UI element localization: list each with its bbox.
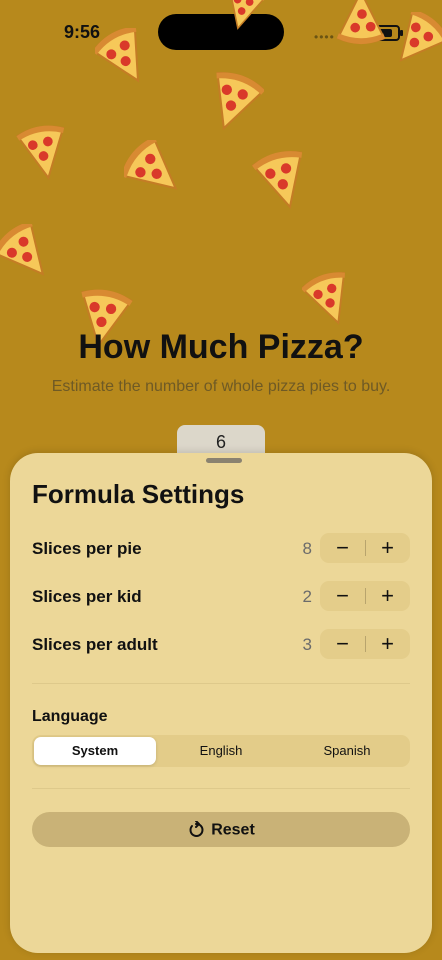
language-label: Language (32, 708, 108, 725)
reset-label: Reset (211, 821, 255, 839)
slices-per-pie-stepper: − + (320, 533, 410, 563)
pizza-slice-icon (202, 72, 264, 134)
row-value: 8 (302, 539, 312, 558)
pizza-slice-icon (15, 124, 73, 182)
sheet-grabber[interactable] (206, 458, 242, 463)
reset-arrow-icon (189, 820, 204, 837)
reset-button[interactable]: Reset (32, 812, 410, 847)
row-value: 3 (302, 635, 312, 654)
slices-per-adult-row: Slices per adult 3 − + (32, 629, 410, 659)
row-label: Slices per kid (32, 587, 142, 606)
pizza-slice-icon (302, 272, 358, 328)
row-value: 2 (302, 587, 312, 606)
language-picker: System English Spanish (32, 735, 410, 767)
increment-button[interactable]: + (365, 581, 410, 611)
slices-per-adult-stepper: − + (320, 629, 410, 659)
pizza-slice-icon (388, 12, 442, 70)
pizza-slice-icon (124, 140, 186, 202)
page-subtitle: Estimate the number of whole pizza pies … (51, 378, 391, 395)
row-label: Slices per pie (32, 539, 142, 558)
decrement-button[interactable]: − (320, 581, 365, 611)
decrement-button[interactable]: − (320, 533, 365, 563)
sheet-title: Formula Settings (32, 479, 245, 509)
decrement-button[interactable]: − (320, 629, 365, 659)
page-title: How Much Pizza? (78, 328, 364, 366)
language-option-english[interactable]: English (160, 737, 282, 765)
increment-button[interactable]: + (365, 629, 410, 659)
pizza-slice-icon (252, 150, 314, 212)
divider (32, 683, 410, 684)
pizza-slice-icon (95, 28, 155, 88)
slices-per-kid-row: Slices per kid 2 − + (32, 581, 410, 611)
pizza-slice-icon (220, 0, 266, 32)
pizza-slice-icon (0, 224, 56, 284)
slices-per-kid-stepper: − + (320, 581, 410, 611)
pizza-slice-icon (335, 0, 387, 46)
formula-settings-sheet: Formula Settings Slices per pie 8 − + Sl… (10, 453, 432, 953)
slices-per-pie-row: Slices per pie 8 − + (32, 533, 410, 563)
language-option-system[interactable]: System (34, 737, 156, 765)
language-option-spanish[interactable]: Spanish (286, 737, 408, 765)
increment-button[interactable]: + (365, 533, 410, 563)
divider (32, 788, 410, 789)
row-label: Slices per adult (32, 635, 158, 654)
